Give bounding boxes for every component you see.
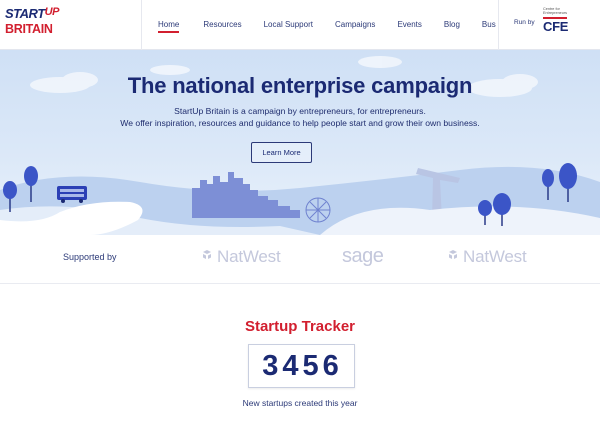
- nav-blog[interactable]: Blog: [444, 0, 460, 50]
- header-divider: [498, 0, 499, 50]
- header-divider: [141, 0, 142, 50]
- learn-more-button[interactable]: Learn More: [251, 142, 312, 163]
- hero-subtitle-line2: We offer inspiration, resources and guid…: [120, 118, 480, 128]
- main-nav: Home Resources Local Support Campaigns E…: [158, 0, 496, 50]
- nav-bus[interactable]: Bus: [482, 0, 496, 50]
- nav-local-support[interactable]: Local Support: [264, 0, 313, 50]
- startup-count: 3456: [262, 350, 343, 382]
- nav-resources[interactable]: Resources: [203, 0, 241, 50]
- run-by-label: Run by: [514, 19, 535, 26]
- natwest-cubes-icon: [449, 250, 457, 259]
- tracker-counter-box: 3456: [248, 344, 355, 388]
- supporters-strip: Supported by NatWest sage NatWest: [0, 235, 600, 284]
- natwest-logo[interactable]: NatWest: [200, 247, 281, 267]
- tracker-caption: New startups created this year: [242, 398, 358, 408]
- nav-home[interactable]: Home: [158, 0, 180, 50]
- cfe-logo[interactable]: Centre for Entrepreneurs CFE: [543, 7, 573, 41]
- sage-logo[interactable]: sage: [342, 245, 384, 268]
- hero-title: The national enterprise campaign: [127, 73, 473, 98]
- hero-banner: The national enterprise campaign StartUp…: [0, 50, 600, 235]
- nav-campaigns[interactable]: Campaigns: [335, 0, 375, 50]
- supported-by-label: Supported by: [63, 252, 117, 262]
- nav-events[interactable]: Events: [397, 0, 421, 50]
- natwest-logo[interactable]: NatWest: [446, 247, 527, 267]
- tracker-title: Startup Tracker: [244, 318, 356, 335]
- startup-britain-logo[interactable]: STARTUP BRITAIN: [5, 6, 59, 41]
- site-header: STARTUP BRITAIN Home Resources Local Sup…: [0, 0, 600, 50]
- natwest-cubes-icon: [203, 250, 211, 259]
- hero-subtitle-line1: StartUp Britain is a campaign by entrepr…: [174, 106, 426, 116]
